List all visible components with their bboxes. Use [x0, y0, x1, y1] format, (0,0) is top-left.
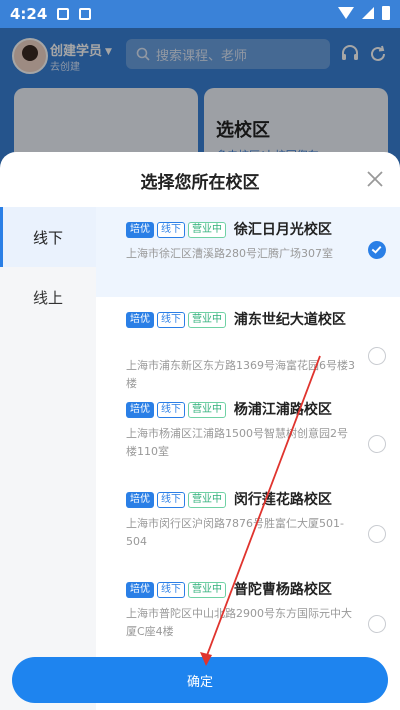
campus-name: 徐汇日月光校区 [233, 222, 332, 238]
campus-name: 普陀曹杨路校区 [233, 582, 332, 598]
campus-title-line: 培优 线下 营业中 杨浦江浦路校区 [126, 399, 356, 421]
campus-item[interactable]: 培优 线下 营业中 普陀曹杨路校区 上海市普陀区中山北路2900号东方国际元中大厦C… [96, 567, 400, 647]
campus-list: 培优 线下 营业中 徐汇日月光校区 上海市徐汇区漕溪路280号汇腾广场307室 培优… [96, 207, 400, 647]
status-time: 4:24 [10, 5, 48, 23]
tag-open: 营业中 [188, 582, 226, 598]
campus-item[interactable]: 培优 线下 营业中 杨浦江浦路校区 上海市杨浦区江浦路1500号智慧树创意园2号楼1… [96, 387, 400, 477]
battery-icon [382, 6, 390, 20]
campus-address: 上海市徐汇区漕溪路280号汇腾广场307室 [126, 247, 333, 260]
campus-address: 上海市闵行区沪闵路7876号胜富仁大厦501-504 [126, 517, 344, 548]
tab-offline[interactable]: 线下 [0, 207, 96, 267]
campus-title-line: 培优 线下 营业中 浦东世纪大道校区 [126, 309, 356, 331]
tag-open: 营业中 [188, 402, 226, 418]
campus-item[interactable]: 培优 线下 营业中 徐汇日月光校区 上海市徐汇区漕溪路280号汇腾广场307室 [96, 207, 400, 297]
campus-name: 闵行莲花路校区 [233, 492, 332, 508]
wifi-icon [338, 7, 354, 19]
tag-offline: 线下 [157, 492, 185, 508]
campus-address: 上海市杨浦区江浦路1500号智慧树创意园2号楼110室 [126, 427, 348, 458]
tag-offline: 线下 [157, 312, 185, 328]
check-icon [371, 246, 382, 254]
tag-offline: 线下 [157, 582, 185, 598]
tag-peiyou: 培优 [126, 402, 154, 418]
tab-label: 线上 [32, 288, 63, 307]
campus-title-line: 培优 线下 营业中 闵行莲花路校区 [126, 489, 356, 511]
status-bar: 4:24 [0, 0, 400, 28]
radio-unselected[interactable] [368, 347, 386, 365]
gallery-notification-icon [57, 8, 70, 20]
radio-unselected[interactable] [368, 525, 386, 543]
campus-name: 浦东世纪大道校区 [233, 312, 346, 328]
tag-offline: 线下 [157, 222, 185, 238]
mode-nav: 线下 线上 [0, 207, 96, 710]
campus-address: 上海市普陀区中山北路2900号东方国际元中大厦C座4楼 [126, 607, 352, 638]
campus-title-line: 培优 线下 营业中 徐汇日月光校区 [126, 219, 356, 241]
close-icon[interactable] [364, 168, 386, 190]
tag-open: 营业中 [188, 492, 226, 508]
tag-open: 营业中 [188, 222, 226, 238]
tag-peiyou: 培优 [126, 312, 154, 328]
tag-peiyou: 培优 [126, 582, 154, 598]
tab-online[interactable]: 线上 [0, 267, 96, 327]
tag-offline: 线下 [157, 402, 185, 418]
app-notification-icon [79, 8, 92, 20]
radio-selected[interactable] [368, 241, 386, 259]
campus-picker-sheet: 选择您所在校区 线下 线上 培优 线下 营业中 徐汇日月光校区 上海市徐汇区漕溪路2… [0, 152, 400, 710]
campus-item[interactable]: 培优 线下 营业中 浦东世纪大道校区 上海市浦东新区东方路1369号海富花园6号楼3… [96, 297, 400, 390]
campus-item[interactable]: 培优 线下 营业中 闵行莲花路校区 上海市闵行区沪闵路7876号胜富仁大厦501-5… [96, 477, 400, 567]
tag-peiyou: 培优 [126, 222, 154, 238]
tab-label: 线下 [32, 228, 63, 247]
campus-title-line: 培优 线下 营业中 普陀曹杨路校区 [126, 579, 356, 601]
tag-peiyou: 培优 [126, 492, 154, 508]
radio-unselected[interactable] [368, 615, 386, 633]
signal-icon [362, 7, 374, 19]
sheet-title: 选择您所在校区 [140, 173, 260, 193]
confirm-button[interactable]: 确定 [12, 657, 388, 703]
radio-unselected[interactable] [368, 435, 386, 453]
campus-name: 杨浦江浦路校区 [233, 402, 332, 418]
tag-open: 营业中 [188, 312, 226, 328]
